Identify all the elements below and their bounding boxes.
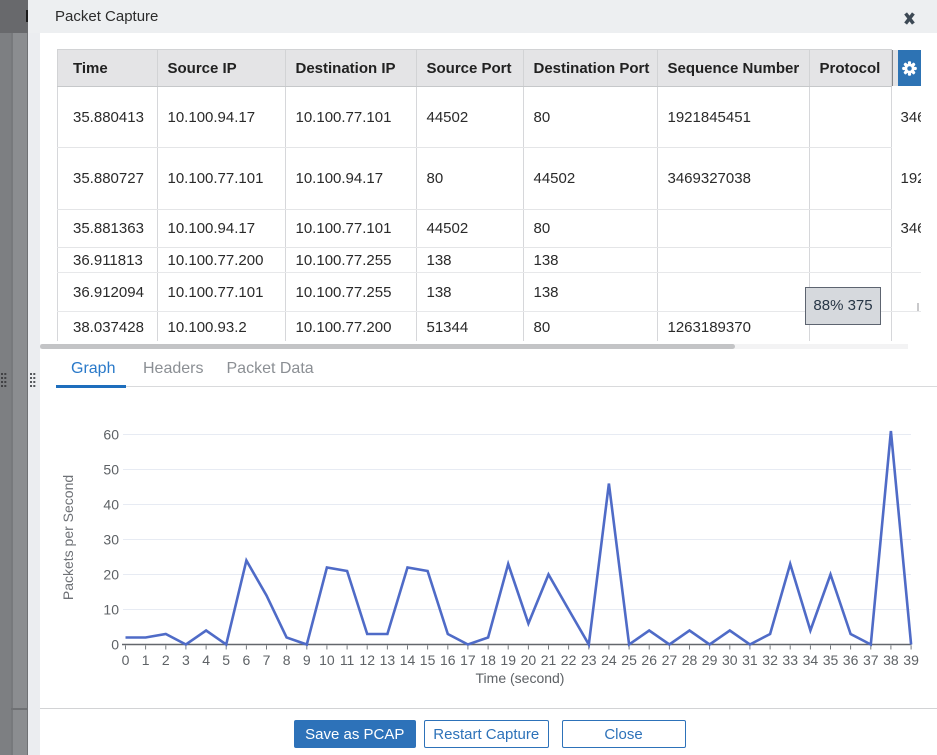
svg-text:16: 16: [440, 652, 456, 668]
svg-text:60: 60: [103, 427, 119, 443]
svg-text:13: 13: [380, 652, 396, 668]
svg-text:34: 34: [803, 652, 819, 668]
svg-text:6: 6: [243, 652, 251, 668]
svg-text:Packets per Second: Packets per Second: [60, 475, 76, 600]
svg-text:31: 31: [742, 652, 758, 668]
svg-text:29: 29: [702, 652, 718, 668]
svg-text:35: 35: [823, 652, 839, 668]
svg-text:11: 11: [340, 652, 355, 668]
svg-text:0: 0: [111, 637, 119, 653]
svg-text:32: 32: [762, 652, 778, 668]
svg-text:33: 33: [782, 652, 798, 668]
svg-text:40: 40: [103, 497, 119, 513]
svg-text:5: 5: [222, 652, 230, 668]
svg-text:8: 8: [283, 652, 291, 668]
svg-text:12: 12: [359, 652, 375, 668]
svg-text:17: 17: [460, 652, 476, 668]
svg-text:1: 1: [142, 652, 150, 668]
svg-text:7: 7: [263, 652, 271, 668]
svg-text:2: 2: [162, 652, 170, 668]
svg-text:10: 10: [319, 652, 335, 668]
svg-text:Time (second): Time (second): [476, 670, 565, 686]
svg-text:27: 27: [662, 652, 678, 668]
svg-text:23: 23: [581, 652, 597, 668]
svg-text:14: 14: [400, 652, 416, 668]
svg-text:20: 20: [521, 652, 537, 668]
svg-text:21: 21: [541, 652, 557, 668]
svg-text:30: 30: [103, 532, 119, 548]
svg-text:26: 26: [641, 652, 657, 668]
svg-text:30: 30: [722, 652, 738, 668]
svg-text:15: 15: [420, 652, 436, 668]
svg-text:24: 24: [601, 652, 617, 668]
svg-text:10: 10: [103, 602, 119, 618]
svg-text:19: 19: [500, 652, 516, 668]
svg-text:39: 39: [903, 652, 919, 668]
svg-text:20: 20: [103, 567, 119, 583]
svg-text:50: 50: [103, 462, 119, 478]
svg-text:3: 3: [182, 652, 190, 668]
svg-text:38: 38: [883, 652, 899, 668]
svg-text:37: 37: [863, 652, 879, 668]
svg-text:25: 25: [621, 652, 637, 668]
svg-text:22: 22: [561, 652, 577, 668]
svg-text:28: 28: [682, 652, 698, 668]
svg-text:9: 9: [303, 652, 311, 668]
svg-text:36: 36: [843, 652, 859, 668]
svg-text:4: 4: [202, 652, 210, 668]
svg-text:0: 0: [122, 652, 130, 668]
svg-text:18: 18: [480, 652, 496, 668]
